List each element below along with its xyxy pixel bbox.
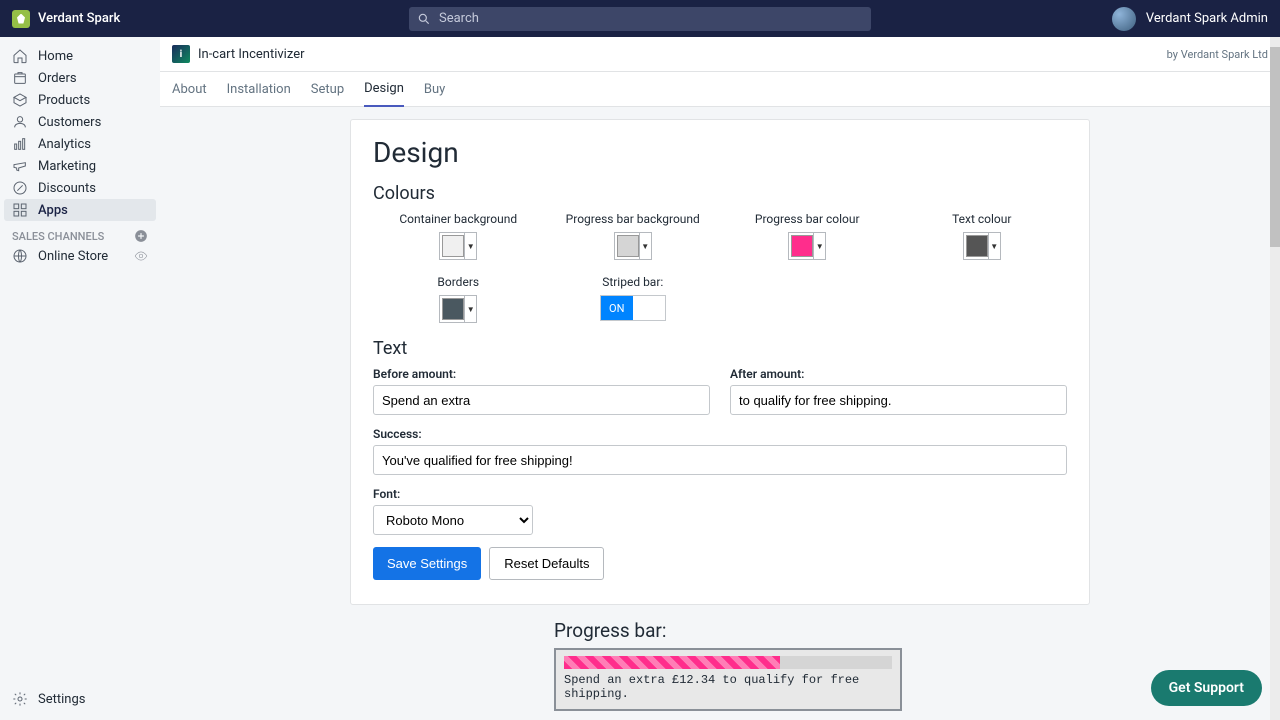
app-author: by Verdant Spark Ltd xyxy=(1167,48,1268,61)
sidebar-item-label: Marketing xyxy=(38,159,96,174)
gear-icon xyxy=(12,691,28,707)
main: i In-cart Incentivizer by Verdant Spark … xyxy=(160,37,1280,720)
analytics-icon xyxy=(12,136,28,152)
products-icon xyxy=(12,92,28,108)
add-channel-icon[interactable] xyxy=(134,229,148,243)
scrollbar[interactable] xyxy=(1270,37,1280,720)
sidebar-item-marketing[interactable]: Marketing xyxy=(0,155,160,177)
sidebar-item-label: Settings xyxy=(38,692,85,707)
sidebar-item-settings[interactable]: Settings xyxy=(0,688,160,710)
success-input[interactable] xyxy=(373,445,1067,475)
sidebar-item-label: Analytics xyxy=(38,137,91,152)
tabs: About Installation Setup Design Buy xyxy=(160,72,1280,107)
sidebar-item-online-store[interactable]: Online Store xyxy=(0,245,160,267)
sidebar-item-products[interactable]: Products xyxy=(0,89,160,111)
sidebar-item-apps[interactable]: Apps xyxy=(4,199,156,221)
progress-bar-preview: Spend an extra £12.34 to qualify for fre… xyxy=(554,648,902,711)
top-bar: Verdant Spark Search Verdant Spark Admin xyxy=(0,0,1280,37)
orders-icon xyxy=(12,70,28,86)
chevron-down-icon: ▼ xyxy=(988,233,1000,259)
shopify-logo-icon xyxy=(12,10,30,28)
striped-label: Striped bar: xyxy=(548,275,719,289)
color-label: Borders xyxy=(373,275,544,289)
progress-color-picker[interactable]: ▼ xyxy=(788,232,826,260)
before-label: Before amount: xyxy=(373,367,710,381)
tab-installation[interactable]: Installation xyxy=(227,73,291,106)
discounts-icon xyxy=(12,180,28,196)
user-menu[interactable]: Verdant Spark Admin xyxy=(1112,7,1268,31)
sidebar-item-home[interactable]: Home xyxy=(0,45,160,67)
after-label: After amount: xyxy=(730,367,1067,381)
font-select[interactable]: Roboto Mono xyxy=(373,505,533,535)
tab-buy[interactable]: Buy xyxy=(424,73,445,106)
before-input[interactable] xyxy=(373,385,710,415)
color-label: Progress bar colour xyxy=(722,212,893,226)
preview-section: Progress bar: Spend an extra £12.34 to q… xyxy=(350,619,1090,720)
chevron-down-icon: ▼ xyxy=(464,296,476,322)
get-support-button[interactable]: Get Support xyxy=(1151,670,1262,706)
color-label: Progress bar background xyxy=(548,212,719,226)
sidebar-item-label: Home xyxy=(38,49,73,64)
chevron-down-icon: ▼ xyxy=(813,233,825,259)
marketing-icon xyxy=(12,158,28,174)
font-label: Font: xyxy=(373,487,533,501)
brand: Verdant Spark xyxy=(12,10,120,28)
app-header: i In-cart Incentivizer by Verdant Spark … xyxy=(160,37,1280,72)
search-placeholder: Search xyxy=(439,11,479,26)
sidebar-item-discounts[interactable]: Discounts xyxy=(0,177,160,199)
search-input[interactable]: Search xyxy=(409,7,871,31)
reset-button[interactable]: Reset Defaults xyxy=(489,547,604,580)
customers-icon xyxy=(12,114,28,130)
after-input[interactable] xyxy=(730,385,1067,415)
chevron-down-icon: ▼ xyxy=(464,233,476,259)
sidebar-item-label: Discounts xyxy=(38,181,96,196)
sidebar: Home Orders Products Customers Analytics… xyxy=(0,37,160,720)
store-name: Verdant Spark xyxy=(38,11,120,26)
tab-about[interactable]: About xyxy=(172,73,207,106)
sidebar-item-label: Apps xyxy=(38,203,68,218)
home-icon xyxy=(12,48,28,64)
sidebar-item-label: Customers xyxy=(38,115,101,130)
colours-head: Colours xyxy=(373,183,1067,204)
color-label: Container background xyxy=(373,212,544,226)
striped-toggle[interactable]: ON xyxy=(600,295,666,321)
progress-bar-text: Spend an extra £12.34 to qualify for fre… xyxy=(564,673,859,701)
color-label: Text colour xyxy=(897,212,1068,226)
app-title: In-cart Incentivizer xyxy=(198,47,305,62)
container-bg-picker[interactable]: ▼ xyxy=(439,232,477,260)
progress-bar-head: Progress bar: xyxy=(554,619,1068,642)
tab-setup[interactable]: Setup xyxy=(311,73,344,106)
progress-bg-picker[interactable]: ▼ xyxy=(614,232,652,260)
sidebar-item-analytics[interactable]: Analytics xyxy=(0,133,160,155)
user-name: Verdant Spark Admin xyxy=(1146,11,1268,26)
success-label: Success: xyxy=(373,427,1067,441)
sidebar-item-label: Orders xyxy=(38,71,77,86)
view-icon[interactable] xyxy=(134,249,148,263)
avatar xyxy=(1112,7,1136,31)
design-card: Design Colours Container background ▼ Pr… xyxy=(350,119,1090,605)
tab-design[interactable]: Design xyxy=(364,72,404,107)
borders-color-picker[interactable]: ▼ xyxy=(439,295,477,323)
sidebar-channels-head: SALES CHANNELS xyxy=(0,221,160,245)
sidebar-item-label: Products xyxy=(38,93,90,108)
app-icon: i xyxy=(172,45,190,63)
store-icon xyxy=(12,248,28,264)
text-head: Text xyxy=(373,338,1067,359)
content[interactable]: Design Colours Container background ▼ Pr… xyxy=(160,107,1280,720)
page-title: Design xyxy=(373,136,1067,169)
save-button[interactable]: Save Settings xyxy=(373,547,481,580)
sidebar-item-orders[interactable]: Orders xyxy=(0,67,160,89)
apps-icon xyxy=(12,202,28,218)
chevron-down-icon: ▼ xyxy=(639,233,651,259)
search-icon xyxy=(417,12,431,26)
sidebar-item-customers[interactable]: Customers xyxy=(0,111,160,133)
text-color-picker[interactable]: ▼ xyxy=(963,232,1001,260)
sidebar-item-label: Online Store xyxy=(38,249,108,264)
